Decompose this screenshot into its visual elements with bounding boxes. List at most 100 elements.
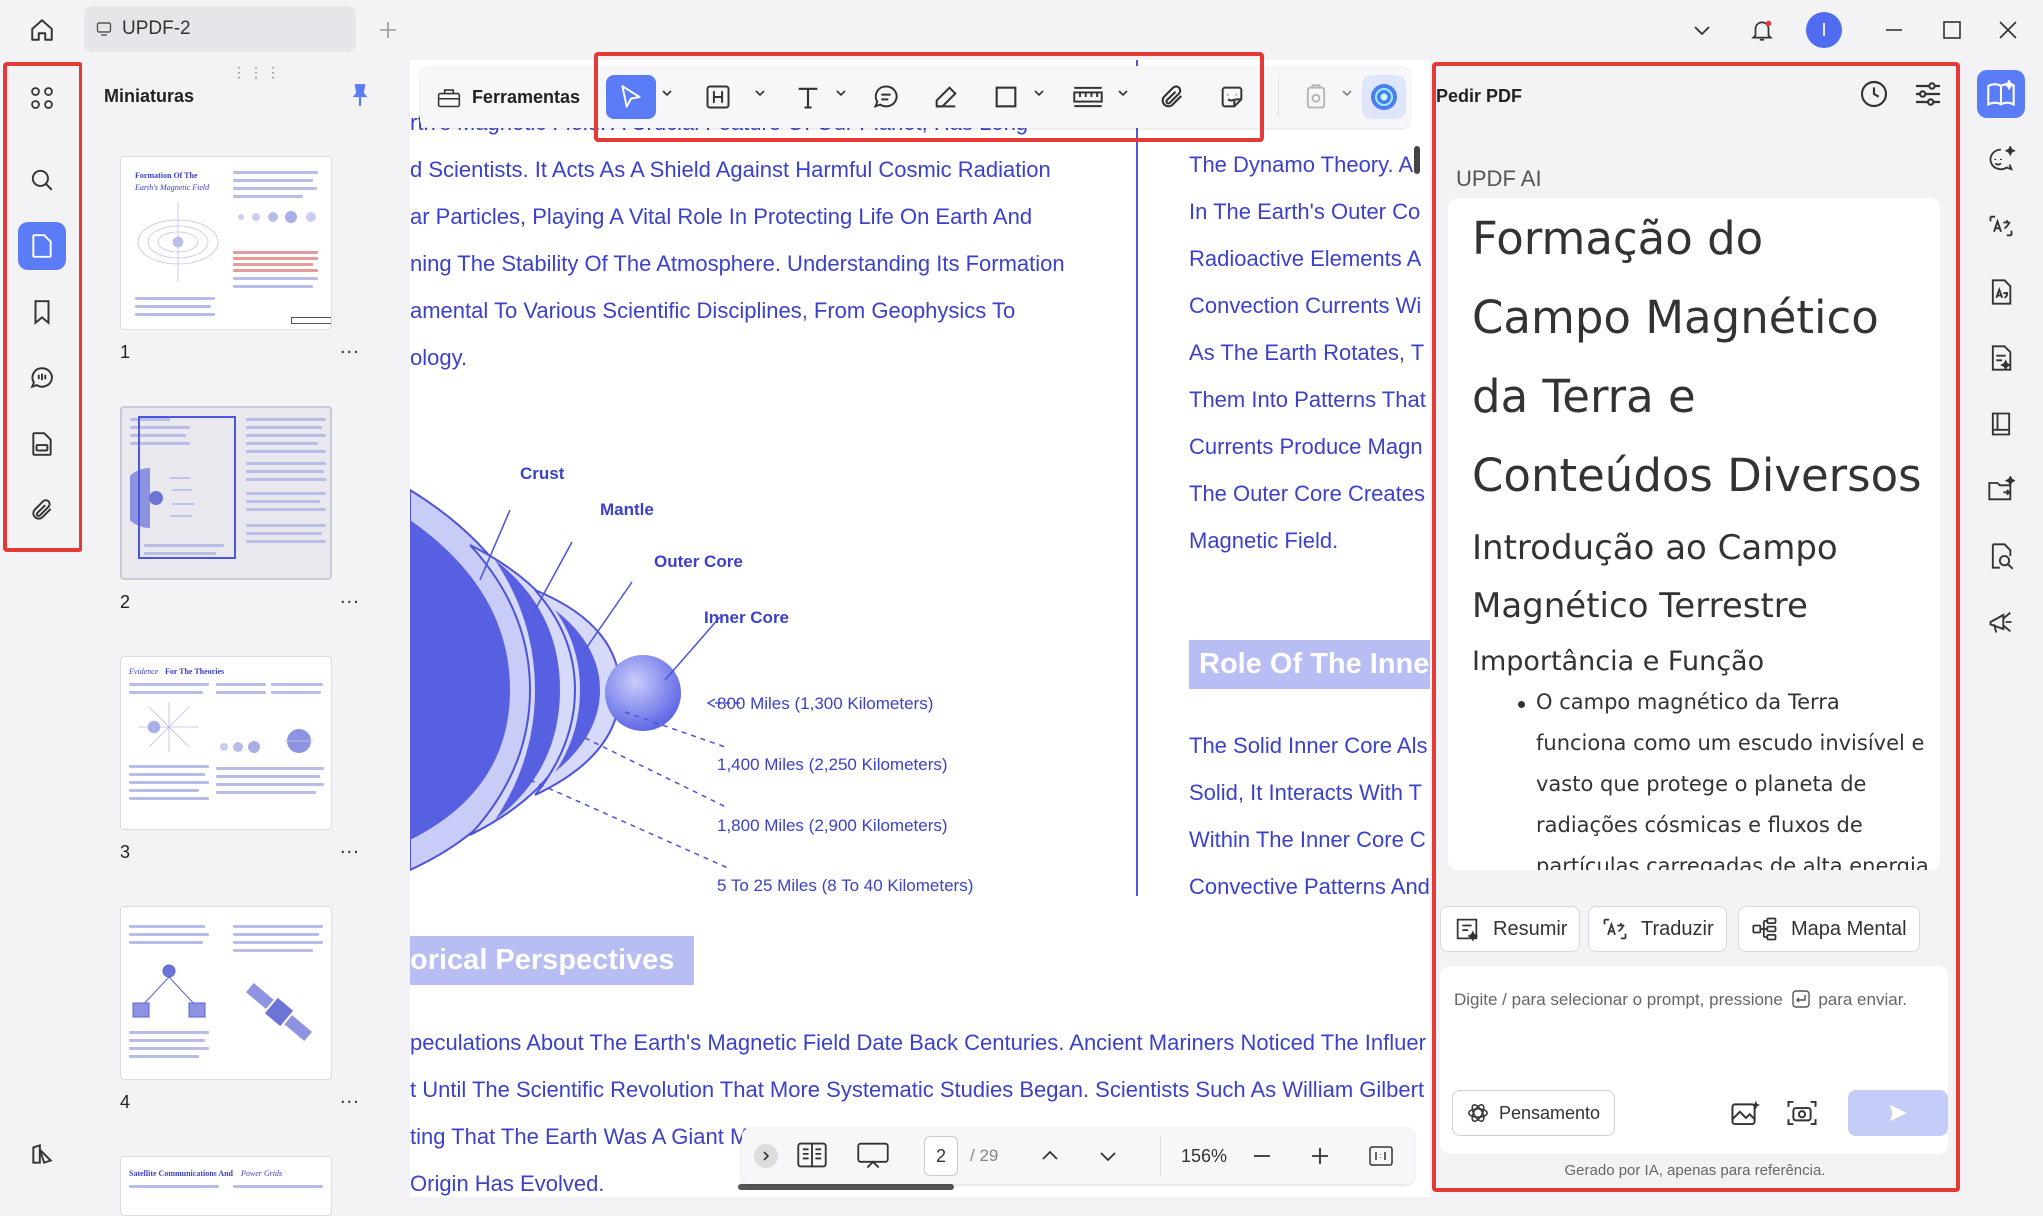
forms-icon[interactable]: [18, 420, 66, 468]
grid-view-icon[interactable]: [18, 74, 66, 122]
summarize-document-icon[interactable]: [1977, 334, 2025, 382]
export-folder-icon[interactable]: [1977, 466, 2025, 514]
attachment-icon[interactable]: [18, 486, 66, 534]
notification-bell-icon[interactable]: [1740, 8, 1784, 52]
thumb-title-1b: Earth's Magnetic Field: [135, 183, 210, 192]
text-tool-button[interactable]: [786, 75, 830, 119]
response-heading-2: Magnético Terrestre: [1472, 586, 1808, 626]
translate-pdf-icon[interactable]: [1977, 202, 2025, 250]
zoom-out-button[interactable]: [1250, 1144, 1274, 1168]
zoom-level[interactable]: 156%: [1172, 1136, 1236, 1176]
current-page-input[interactable]: 2: [924, 1136, 958, 1176]
panel-resize-handle[interactable]: ⋮⋮⋮: [232, 64, 283, 81]
previous-page-button[interactable]: [1038, 1144, 1062, 1168]
image-sparkle-icon: [1731, 1100, 1761, 1126]
shape-tool-button[interactable]: [984, 75, 1028, 119]
stamp-tool-button[interactable]: [1294, 75, 1338, 119]
pin-icon[interactable]: [348, 82, 372, 108]
select-tool-button[interactable]: [606, 75, 656, 119]
highlight-tool-button[interactable]: [696, 75, 740, 119]
screenshot-button[interactable]: [1786, 1098, 1818, 1128]
layers-icon[interactable]: [18, 1130, 66, 1178]
thinking-label: Pensamento: [1499, 1102, 1601, 1123]
thumbnail-more-menu-4[interactable]: ...: [340, 1086, 360, 1109]
text-t-icon: [798, 87, 818, 109]
close-icon[interactable]: [1986, 8, 2030, 52]
ai-chat-pdf-icon[interactable]: [1977, 70, 2025, 118]
doc-text-line: ar Particles, Playing A Vital Role In Pr…: [410, 204, 1033, 229]
thumbnails-page-icon[interactable]: [18, 222, 66, 270]
response-paragraph-line: funciona como um escudo invisível e: [1536, 731, 1925, 755]
page-thumbnail-5[interactable]: Satellite Communications And Power Grids: [120, 1156, 332, 1216]
text-dropdown-icon[interactable]: [834, 86, 848, 100]
document-view[interactable]: rth's Magnetic Field: A Crucial Feature …: [410, 60, 1430, 1197]
summarize-chip[interactable]: Resumir: [1440, 906, 1581, 952]
history-button[interactable]: [1858, 78, 1890, 110]
pencil-tool-button[interactable]: [924, 75, 968, 119]
book-view-icon: [797, 1142, 827, 1168]
image-upload-button[interactable]: [1730, 1098, 1762, 1128]
prompt-placeholder: Digite / para selecionar o prompt, press…: [1454, 990, 1907, 1010]
next-page-button[interactable]: [1096, 1144, 1120, 1168]
doc-text-line: Within The Inner Core C: [1189, 827, 1426, 852]
column-divider: [1136, 60, 1138, 896]
chevron-down-icon: [1100, 1152, 1116, 1162]
tools-button[interactable]: Ferramentas: [430, 75, 580, 119]
document-tab[interactable]: UPDF-2: [84, 6, 356, 52]
translate-chip[interactable]: Traduzir: [1588, 906, 1727, 952]
highlighter-icon: [706, 85, 730, 109]
search-document-icon[interactable]: [1977, 532, 2025, 580]
thumbnail-more-menu-3[interactable]: ...: [340, 836, 360, 859]
thumbnail-more-menu-1[interactable]: ...: [340, 336, 360, 359]
thinking-toggle[interactable]: Pensamento: [1452, 1090, 1616, 1136]
ocr-icon[interactable]: [1977, 268, 2025, 316]
viewport-indicator[interactable]: [138, 416, 236, 559]
actual-size-button[interactable]: [1368, 1144, 1394, 1168]
presentation-button[interactable]: [856, 1140, 890, 1170]
annotation-toolbar: Ferramentas: [420, 66, 1410, 128]
doc-text-line: The Solid Inner Core Als: [1189, 733, 1428, 758]
horizontal-scrollbar[interactable]: [738, 1184, 954, 1190]
page-thumbnail-3[interactable]: Evidence For The Theories: [120, 656, 332, 830]
comments-icon[interactable]: [18, 354, 66, 402]
response-heading-1: Conteúdos Diversos: [1472, 449, 1922, 502]
select-tool-dropdown-icon[interactable]: [660, 86, 674, 100]
comment-tool-button[interactable]: [864, 75, 908, 119]
user-avatar[interactable]: I: [1806, 12, 1842, 48]
zoom-in-button[interactable]: [1308, 1144, 1332, 1168]
reader-mode-icon[interactable]: [1977, 400, 2025, 448]
page-thumbnail-2[interactable]: [120, 406, 332, 580]
stamp-dropdown-icon[interactable]: [1340, 86, 1354, 100]
page-layout-button[interactable]: [796, 1140, 828, 1170]
bookmark-icon[interactable]: [18, 288, 66, 336]
ai-chat-bot-icon[interactable]: [1977, 136, 2025, 184]
chevron-down-icon[interactable]: [1680, 8, 1724, 52]
page-thumbnail-1[interactable]: Formation Of The Earth's Magnetic Field: [120, 156, 332, 330]
paperclip-icon: [1161, 85, 1183, 108]
measure-dropdown-icon[interactable]: [1116, 86, 1130, 100]
measure-tool-button[interactable]: [1064, 75, 1112, 119]
prompt-input[interactable]: Digite / para selecionar o prompt, press…: [1440, 966, 1948, 1154]
page-thumbnail-4[interactable]: [120, 906, 332, 1080]
new-tab-plus-icon[interactable]: [366, 8, 410, 52]
attach-file-button[interactable]: [1150, 75, 1194, 119]
thumbnail-number-3: 3: [120, 842, 131, 862]
send-button[interactable]: [1848, 1090, 1948, 1136]
present-icon[interactable]: [1977, 598, 2025, 646]
sticker-tool-button[interactable]: [1210, 75, 1254, 119]
pencil-icon: [935, 86, 957, 108]
vertical-scrollbar[interactable]: [1414, 146, 1420, 174]
ai-assistant-button[interactable]: [1362, 75, 1406, 119]
mind-map-chip[interactable]: Mapa Mental: [1738, 906, 1920, 952]
shape-dropdown-icon[interactable]: [1032, 86, 1046, 100]
collapse-nav-button[interactable]: [754, 1144, 778, 1168]
minimize-icon[interactable]: [1872, 8, 1916, 52]
home-icon[interactable]: [20, 8, 64, 52]
search-icon[interactable]: [18, 156, 66, 204]
ai-settings-button[interactable]: [1912, 78, 1944, 110]
thumbnail-more-menu-2[interactable]: ...: [340, 586, 360, 609]
maximize-icon[interactable]: [1930, 8, 1974, 52]
thumbnail-number-1: 1: [120, 342, 131, 362]
highlight-dropdown-icon[interactable]: [753, 86, 767, 100]
depth-label: 1,800 Miles (2,900 Kilometers): [717, 816, 948, 835]
